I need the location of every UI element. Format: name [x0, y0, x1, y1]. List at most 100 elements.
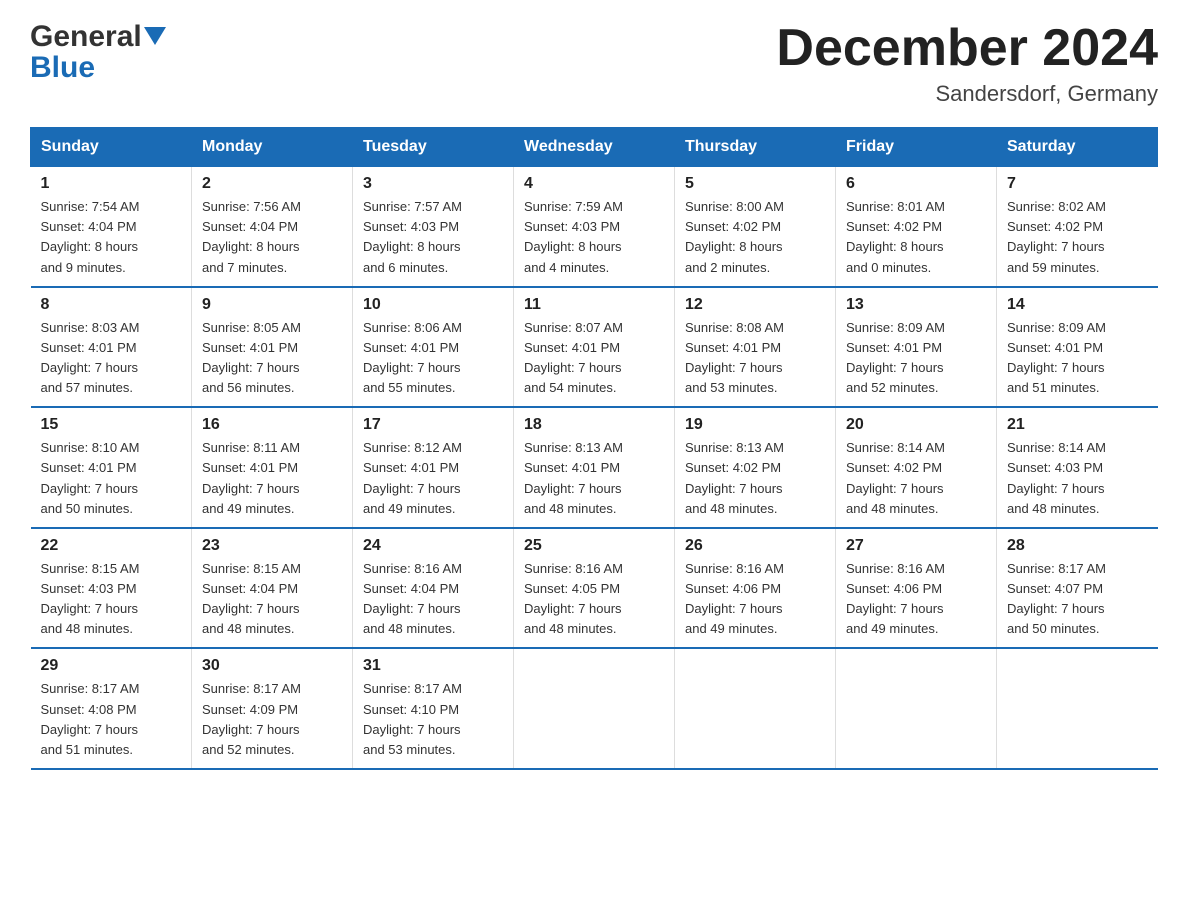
day-number: 12: [685, 296, 825, 314]
day-detail: Daylight: 7 hours: [846, 599, 986, 619]
day-info: Sunrise: 8:01 AMSunset: 4:02 PMDaylight:…: [846, 197, 986, 278]
table-row: 19Sunrise: 8:13 AMSunset: 4:02 PMDayligh…: [675, 407, 836, 528]
day-detail: Daylight: 7 hours: [846, 479, 986, 499]
day-info: Sunrise: 8:06 AMSunset: 4:01 PMDaylight:…: [363, 318, 503, 399]
day-detail: Sunset: 4:08 PM: [41, 700, 182, 720]
header-friday: Friday: [836, 128, 997, 167]
day-detail: Sunset: 4:01 PM: [1007, 338, 1148, 358]
day-number: 10: [363, 296, 503, 314]
day-detail: Sunrise: 7:54 AM: [41, 197, 182, 217]
table-row: 3Sunrise: 7:57 AMSunset: 4:03 PMDaylight…: [353, 167, 514, 287]
day-detail: Daylight: 7 hours: [41, 720, 182, 740]
day-info: Sunrise: 8:00 AMSunset: 4:02 PMDaylight:…: [685, 197, 825, 278]
day-detail: Sunrise: 8:08 AM: [685, 318, 825, 338]
day-detail: Sunrise: 8:00 AM: [685, 197, 825, 217]
day-detail: Sunrise: 8:06 AM: [363, 318, 503, 338]
day-detail: Sunset: 4:03 PM: [1007, 458, 1148, 478]
day-detail: and 49 minutes.: [202, 499, 342, 519]
day-detail: Sunrise: 7:59 AM: [524, 197, 664, 217]
day-info: Sunrise: 8:05 AMSunset: 4:01 PMDaylight:…: [202, 318, 342, 399]
day-info: Sunrise: 8:15 AMSunset: 4:04 PMDaylight:…: [202, 559, 342, 640]
day-number: 29: [41, 657, 182, 675]
table-row: 26Sunrise: 8:16 AMSunset: 4:06 PMDayligh…: [675, 528, 836, 649]
day-detail: Sunset: 4:01 PM: [685, 338, 825, 358]
table-row: [675, 648, 836, 769]
day-number: 19: [685, 416, 825, 434]
calendar-title: December 2024: [776, 20, 1158, 77]
logo-arrow-icon: [144, 27, 166, 49]
day-detail: and 48 minutes.: [524, 499, 664, 519]
day-detail: Daylight: 7 hours: [524, 599, 664, 619]
day-detail: Sunset: 4:02 PM: [685, 458, 825, 478]
day-number: 8: [41, 296, 182, 314]
day-number: 24: [363, 537, 503, 555]
day-info: Sunrise: 8:17 AMSunset: 4:07 PMDaylight:…: [1007, 559, 1148, 640]
calendar-table: Sunday Monday Tuesday Wednesday Thursday…: [30, 127, 1158, 770]
day-number: 26: [685, 537, 825, 555]
table-row: [836, 648, 997, 769]
table-row: 5 Sunrise: 8:00 AMSunset: 4:02 PMDaylight…: [675, 167, 836, 287]
table-row: [997, 648, 1158, 769]
day-detail: Daylight: 7 hours: [1007, 237, 1148, 257]
day-info: Sunrise: 8:13 AMSunset: 4:01 PMDaylight:…: [524, 438, 664, 519]
day-info: Sunrise: 7:54 AMSunset: 4:04 PMDaylight:…: [41, 197, 182, 278]
day-detail: Sunrise: 8:15 AM: [41, 559, 182, 579]
day-detail: and 48 minutes.: [202, 619, 342, 639]
day-info: Sunrise: 8:07 AMSunset: 4:01 PMDaylight:…: [524, 318, 664, 399]
day-detail: Sunset: 4:01 PM: [524, 458, 664, 478]
day-detail: Sunset: 4:05 PM: [524, 579, 664, 599]
day-detail: Sunrise: 8:16 AM: [846, 559, 986, 579]
day-detail: and 50 minutes.: [41, 499, 182, 519]
day-detail: Sunrise: 8:17 AM: [1007, 559, 1148, 579]
day-detail: Sunrise: 8:16 AM: [363, 559, 503, 579]
day-info: Sunrise: 8:16 AMSunset: 4:05 PMDaylight:…: [524, 559, 664, 640]
table-row: 9Sunrise: 8:05 AMSunset: 4:01 PMDaylight…: [192, 287, 353, 408]
day-detail: Sunset: 4:01 PM: [41, 458, 182, 478]
day-detail: Sunset: 4:02 PM: [846, 217, 986, 237]
day-detail: Sunset: 4:01 PM: [363, 458, 503, 478]
day-detail: and 48 minutes.: [685, 499, 825, 519]
day-detail: Sunrise: 8:17 AM: [363, 679, 503, 699]
table-row: 27Sunrise: 8:16 AMSunset: 4:06 PMDayligh…: [836, 528, 997, 649]
day-number: 5: [685, 175, 825, 193]
calendar-week-row: 29Sunrise: 8:17 AMSunset: 4:08 PMDayligh…: [31, 648, 1158, 769]
day-detail: Sunset: 4:02 PM: [1007, 217, 1148, 237]
day-info: Sunrise: 7:59 AMSunset: 4:03 PMDaylight:…: [524, 197, 664, 278]
day-detail: Sunset: 4:09 PM: [202, 700, 342, 720]
day-number: 4: [524, 175, 664, 193]
day-detail: Sunset: 4:03 PM: [41, 579, 182, 599]
day-detail: Sunrise: 8:17 AM: [41, 679, 182, 699]
day-detail: Sunset: 4:10 PM: [363, 700, 503, 720]
day-detail: Daylight: 8 hours: [41, 237, 182, 257]
day-detail: Daylight: 8 hours: [846, 237, 986, 257]
day-number: 6: [846, 175, 986, 193]
day-detail: Daylight: 8 hours: [524, 237, 664, 257]
day-detail: Daylight: 7 hours: [524, 479, 664, 499]
day-info: Sunrise: 8:17 AMSunset: 4:09 PMDaylight:…: [202, 679, 342, 760]
day-detail: and 7 minutes.: [202, 258, 342, 278]
table-row: 4 Sunrise: 7:59 AMSunset: 4:03 PMDaylight…: [514, 167, 675, 287]
table-row: 2Sunrise: 7:56 AMSunset: 4:04 PMDaylight…: [192, 167, 353, 287]
day-detail: Sunrise: 8:11 AM: [202, 438, 342, 458]
day-detail: Sunset: 4:04 PM: [363, 579, 503, 599]
day-detail: Daylight: 7 hours: [363, 358, 503, 378]
day-detail: Sunrise: 8:03 AM: [41, 318, 182, 338]
day-detail: Sunset: 4:03 PM: [524, 217, 664, 237]
day-detail: Sunset: 4:04 PM: [202, 217, 342, 237]
table-row: 12Sunrise: 8:08 AMSunset: 4:01 PMDayligh…: [675, 287, 836, 408]
day-info: Sunrise: 8:12 AMSunset: 4:01 PMDaylight:…: [363, 438, 503, 519]
table-row: 29 Sunrise: 8:17 AMSunset: 4:08 PMDayligh…: [31, 648, 192, 769]
day-detail: Sunrise: 8:02 AM: [1007, 197, 1148, 217]
table-row: 11Sunrise: 8:07 AMSunset: 4:01 PMDayligh…: [514, 287, 675, 408]
day-info: Sunrise: 7:56 AMSunset: 4:04 PMDaylight:…: [202, 197, 342, 278]
calendar-week-row: 15Sunrise: 8:10 AMSunset: 4:01 PMDayligh…: [31, 407, 1158, 528]
header-monday: Monday: [192, 128, 353, 167]
day-detail: Daylight: 7 hours: [685, 599, 825, 619]
day-detail: Daylight: 7 hours: [363, 599, 503, 619]
table-row: 20Sunrise: 8:14 AMSunset: 4:02 PMDayligh…: [836, 407, 997, 528]
header-sunday: Sunday: [31, 128, 192, 167]
day-detail: Sunrise: 8:14 AM: [1007, 438, 1148, 458]
calendar-week-row: 8 Sunrise: 8:03 AM Sunset: 4:01 PM Daylight…: [31, 287, 1158, 408]
calendar-week-row: 22Sunrise: 8:15 AMSunset: 4:03 PMDayligh…: [31, 528, 1158, 649]
day-number: 13: [846, 296, 986, 314]
